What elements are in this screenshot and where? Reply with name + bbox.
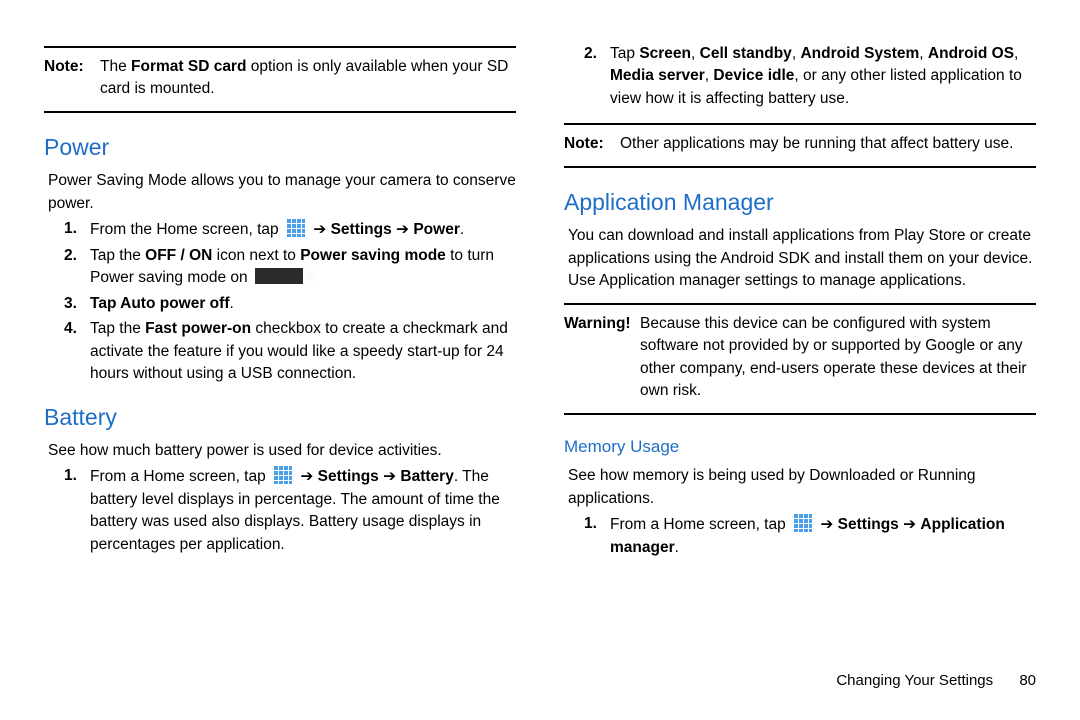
warning-body: Because this device can be configured wi… [640,313,1036,403]
toggle-off-on-icon [255,268,303,284]
heading-application-manager: Application Manager [564,186,1036,219]
list-item: 1. From a Home screen, tap ➔ Settings ➔ … [64,465,516,556]
rule [564,166,1036,168]
note-body: Other applications may be running that a… [620,133,1013,155]
mem-steps: 1. From a Home screen, tap ➔ Settings ➔ … [564,510,1036,562]
page-number: 80 [1019,672,1036,689]
rule [44,111,516,113]
note-other-apps: Note: Other applications may be running … [564,131,1036,159]
heading-memory-usage: Memory Usage [564,435,1036,460]
note-format-sd: Note: The Format SD card option is only … [44,54,516,105]
list-item: 2. Tap Screen, Cell standby, Android Sys… [584,43,1036,110]
footer-section-label: Changing Your Settings [836,672,993,689]
rule [44,46,516,48]
rule [564,413,1036,415]
power-steps: 1. From the Home screen, tap ➔ Settings … [44,215,516,388]
heading-battery: Battery [44,401,516,434]
note-label: Note: [564,133,620,155]
left-column: Note: The Format SD card option is only … [44,40,516,692]
list-item: 3. Tap Auto power off. [64,293,516,315]
am-intro: You can download and install application… [568,225,1036,292]
list-item: 1. From a Home screen, tap ➔ Settings ➔ … [584,513,1036,559]
mem-intro: See how memory is being used by Download… [568,465,1036,510]
apps-grid-icon [793,513,813,533]
rule [564,303,1036,305]
heading-power: Power [44,131,516,164]
battery-steps-cont: 2. Tap Screen, Cell standby, Android Sys… [564,40,1036,113]
list-item: 2. Tap the OFF / ON icon next to Power s… [64,245,516,290]
warning-block: Warning! Because this device can be conf… [564,311,1036,407]
rule [564,123,1036,125]
apps-grid-icon [273,465,293,485]
list-item: 1. From the Home screen, tap ➔ Settings … [64,218,516,241]
note-label: Note: [44,56,100,101]
apps-grid-icon [286,218,306,238]
power-intro: Power Saving Mode allows you to manage y… [48,170,516,215]
warning-label: Warning! [564,313,640,403]
battery-steps: 1. From a Home screen, tap ➔ Settings ➔ … [44,462,516,559]
page-footer: Changing Your Settings 80 [564,652,1036,692]
note-body: The Format SD card option is only availa… [100,56,516,101]
battery-intro: See how much battery power is used for d… [48,440,516,462]
right-column: 2. Tap Screen, Cell standby, Android Sys… [564,40,1036,692]
list-item: 4. Tap the Fast power-on checkbox to cre… [64,318,516,385]
